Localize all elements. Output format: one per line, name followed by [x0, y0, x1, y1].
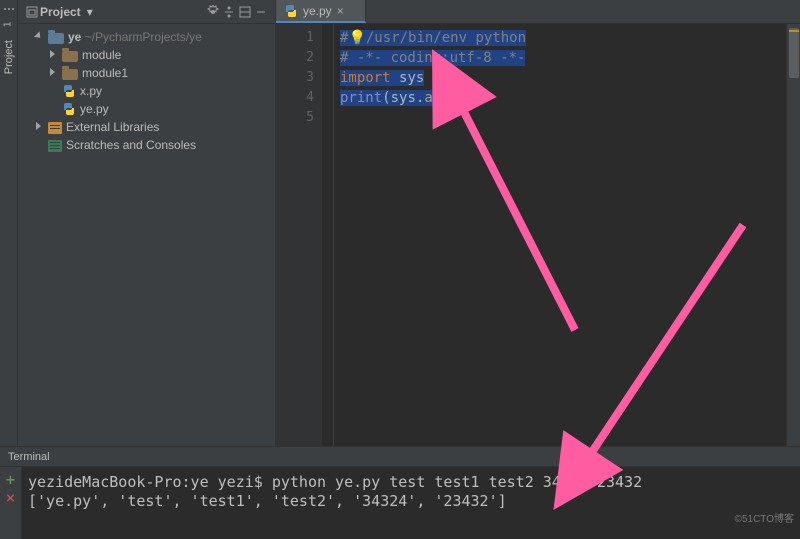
chevron-right-icon[interactable]	[36, 122, 46, 132]
divide-icon[interactable]	[221, 4, 237, 20]
terminal-tool-window: Terminal + × yezideMacBook-Pro:ye yezi$ …	[0, 446, 800, 539]
tree-item-label: External Libraries	[66, 118, 159, 136]
code-token: )	[458, 90, 466, 106]
collapse-icon[interactable]	[237, 4, 253, 20]
intention-bulb-icon[interactable]: 💡	[348, 30, 365, 46]
terminal-side-toolbar: + ×	[0, 467, 22, 539]
new-session-button[interactable]: +	[4, 473, 18, 487]
chevron-right-icon[interactable]	[50, 50, 60, 60]
tree-scratches[interactable]: Scratches and Consoles	[22, 136, 275, 154]
libraries-icon	[48, 122, 62, 134]
folder-icon	[48, 33, 64, 44]
hide-icon[interactable]	[253, 4, 269, 20]
gear-icon[interactable]	[205, 4, 221, 20]
panel-title: Project	[40, 5, 81, 19]
left-tool-strip: 1 Project	[0, 0, 18, 446]
chevron-down-icon[interactable]: ▾	[87, 5, 93, 19]
python-file-icon	[284, 4, 298, 18]
tree-file-x[interactable]: x.py	[22, 82, 275, 100]
editor-area: ye.py × 1 2 3 4 5 #💡/usr/bin/env python …	[276, 0, 800, 446]
editor-tab-ye[interactable]: ye.py ×	[276, 0, 366, 23]
code-text[interactable]: #💡/usr/bin/env python # -*- coding:utf-8…	[334, 24, 786, 446]
watermark: ©51CTO博客	[735, 510, 794, 525]
code-token: (	[382, 90, 390, 106]
indent-guide	[322, 24, 334, 446]
code-token: import	[340, 70, 391, 86]
line-number: 3	[276, 68, 314, 88]
folder-icon	[62, 51, 78, 62]
editor-tab-bar: ye.py ×	[276, 0, 800, 24]
chevron-down-icon[interactable]	[36, 32, 46, 42]
close-icon[interactable]: ×	[337, 4, 344, 18]
tree-folder-module[interactable]: module	[22, 46, 275, 64]
tool-index: 1	[3, 21, 14, 27]
tree-file-ye[interactable]: ye.py	[22, 100, 275, 118]
tree-item-label: x.py	[80, 82, 102, 100]
scrollbar-thumb[interactable]	[789, 28, 799, 78]
terminal-header: Terminal	[0, 447, 800, 467]
project-panel-header: Project ▾	[18, 0, 275, 24]
tree-item-label: module	[82, 46, 121, 64]
line-number: 4	[276, 88, 314, 108]
editor-scrollbar[interactable]	[786, 24, 800, 446]
terminal-output[interactable]: yezideMacBook-Pro:ye yezi$ python ye.py …	[22, 467, 800, 539]
code-token: sys	[391, 90, 416, 106]
tree-item-label: Scratches and Consoles	[66, 136, 196, 154]
tree-item-label: ye.py	[80, 100, 109, 118]
tree-root[interactable]: ye ~/PycharmProjects/ye	[22, 28, 275, 46]
python-file-icon	[62, 84, 76, 98]
line-number: 5	[276, 108, 314, 128]
project-tree[interactable]: ye ~/PycharmProjects/ye module module1 x…	[18, 24, 275, 446]
root-path: ~/PycharmProjects/ye	[85, 30, 202, 44]
terminal-prompt: yezideMacBook-Pro:ye yezi$	[28, 473, 272, 491]
terminal-command: python ye.py test test1 test2 34324 2343…	[272, 473, 642, 491]
terminal-title: Terminal	[8, 451, 50, 463]
drag-handle-icon	[4, 8, 14, 11]
code-token: # -*- coding:utf-8 -*-	[340, 50, 525, 66]
code-token: print	[340, 90, 382, 106]
close-session-button[interactable]: ×	[4, 491, 18, 505]
tool-label-project[interactable]: Project	[3, 40, 15, 74]
panel-drag-icon	[24, 4, 40, 20]
python-file-icon	[62, 102, 76, 116]
chevron-right-icon[interactable]	[50, 68, 60, 78]
root-name: ye	[68, 30, 81, 44]
warning-mark-icon	[789, 30, 799, 32]
line-gutter: 1 2 3 4 5	[276, 24, 322, 446]
tab-label: ye.py	[303, 4, 332, 18]
code-token: /usr/bin/env python	[366, 30, 526, 46]
code-token: argv	[424, 90, 458, 106]
tree-external-libraries[interactable]: External Libraries	[22, 118, 275, 136]
tree-item-label: module1	[82, 64, 128, 82]
project-tool-window: Project ▾ ye ~/PycharmProjects/ye	[18, 0, 276, 446]
folder-icon	[62, 69, 78, 80]
line-number: 2	[276, 48, 314, 68]
code-token: sys	[399, 70, 424, 86]
terminal-result: ['ye.py', 'test', 'test1', 'test2', '343…	[28, 492, 507, 510]
tree-folder-module1[interactable]: module1	[22, 64, 275, 82]
code-editor[interactable]: 1 2 3 4 5 #💡/usr/bin/env python # -*- co…	[276, 24, 800, 446]
scratches-icon	[48, 140, 62, 152]
line-number: 1	[276, 28, 314, 48]
